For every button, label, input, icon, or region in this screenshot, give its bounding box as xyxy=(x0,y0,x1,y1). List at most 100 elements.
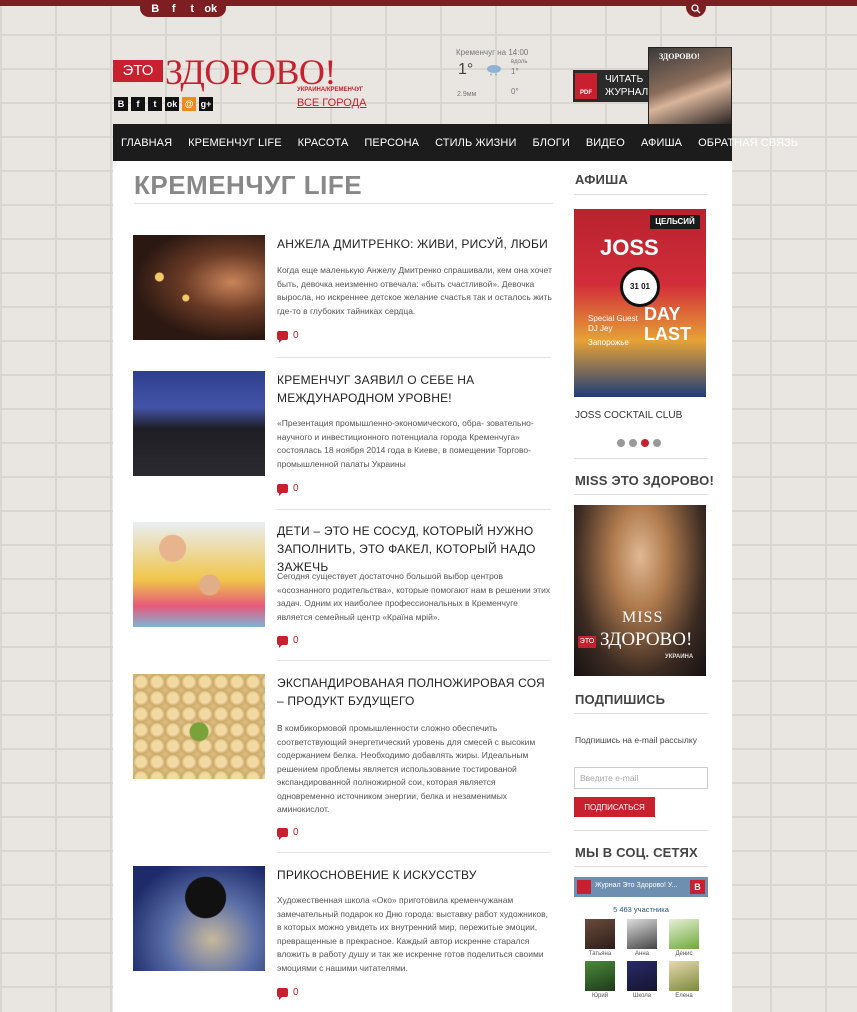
subscribe-button[interactable]: ПОДПИСАТЬСЯ xyxy=(574,797,655,817)
comments-link[interactable]: 0 xyxy=(277,330,299,343)
pdf-icon: PDF xyxy=(575,73,597,99)
email-input[interactable] xyxy=(574,767,708,789)
vk-group-avatar xyxy=(577,880,591,894)
divider xyxy=(574,866,708,867)
read-magazine-button[interactable]: PDF ЧИТАТЬ ЖУРНАЛ xyxy=(573,70,653,102)
subscribe-text: Подпишись на e-mail рассылку xyxy=(575,735,697,745)
comments-count: 0 xyxy=(293,827,299,838)
weather-widget: Кременчуг на 14:00 1° вдоль 1° 2.9мм 0° xyxy=(456,48,536,104)
poster-guest: Special Guest DJ Jey Запорожье xyxy=(588,314,638,348)
nav-item-feedback[interactable]: ОБРАТНАЯ СВЯЗЬ xyxy=(698,137,806,149)
vk-members-count[interactable]: 5 463 участника xyxy=(574,905,708,914)
nav-item-blogs[interactable]: БЛОГИ xyxy=(532,137,577,149)
poster-name: JOSS xyxy=(600,235,659,260)
afisha-caption[interactable]: JOSS COCKTAIL CLUB xyxy=(575,410,682,421)
email-icon[interactable]: @ xyxy=(182,97,196,111)
google-plus-icon[interactable]: g+ xyxy=(199,97,213,111)
article-title[interactable]: КРЕМЕНЧУГ ЗАЯВИЛ О СЕБЕ НА МЕЖДУНАРОДНОМ… xyxy=(277,371,553,407)
article-thumbnail[interactable] xyxy=(133,371,265,476)
comments-count: 0 xyxy=(293,635,299,646)
article-item: ПРИКОСНОВЕНИЕ К ИСКУССТВУ Художественная… xyxy=(133,866,553,1006)
nav-item-home[interactable]: ГЛАВНАЯ xyxy=(121,137,180,149)
article-excerpt: Когда еще маленькую Анжелу Дмитренко спр… xyxy=(277,265,552,316)
article-thumbnail[interactable] xyxy=(133,522,265,627)
vk-member[interactable]: Татьяна xyxy=(580,919,620,957)
sidebar-title-miss: MISS ЭТО ЗДОРОВО! xyxy=(575,473,715,488)
top-bar xyxy=(0,0,857,6)
poster-date-badge: 31 01 xyxy=(620,267,660,307)
vk-member-name: Елена xyxy=(675,993,693,999)
miss-poster[interactable]: MISS ЭТО ЗДОРОВО! УКРАИНА xyxy=(574,505,706,676)
nav-item-persona[interactable]: ПЕРСОНА xyxy=(364,137,427,149)
site-logo[interactable]: ЭТО ЗДОРОВО! УКРАИНА/КРЕМЕНЧУГ xyxy=(113,52,364,98)
nav-item-video[interactable]: ВИДЕО xyxy=(586,137,633,149)
article-title[interactable]: ПРИКОСНОВЕНИЕ К ИСКУССТВУ xyxy=(277,866,553,884)
poster-event: DAY LAST xyxy=(644,304,691,344)
twitter-icon[interactable]: t xyxy=(185,3,199,15)
search-button[interactable] xyxy=(686,0,706,17)
slider-dots xyxy=(617,439,661,447)
twitter-icon[interactable]: t xyxy=(148,97,162,111)
article-item: ЭКСПАНДИРОВАНАЯ ПОЛНОЖИРОВАЯ СОЯ – ПРОДУ… xyxy=(133,674,553,840)
odnoklassniki-icon[interactable]: ok xyxy=(165,97,179,111)
slider-dot[interactable] xyxy=(629,439,637,447)
avatar xyxy=(669,961,699,991)
miss-eto: ЭТО xyxy=(578,636,596,648)
magazine-cover-title: ЗДОРОВО! xyxy=(659,52,700,61)
comments-link[interactable]: 0 xyxy=(277,827,299,840)
nav-item-afisha[interactable]: АФИША xyxy=(641,137,690,149)
slider-dot[interactable] xyxy=(653,439,661,447)
facebook-icon[interactable]: f xyxy=(131,97,145,111)
odnoklassniki-icon[interactable]: ok xyxy=(204,3,218,15)
slider-dot-active[interactable] xyxy=(641,439,649,447)
comment-icon xyxy=(277,331,288,343)
all-cities-link[interactable]: ВСЕ ГОРОДА xyxy=(297,97,366,109)
vk-icon[interactable]: B xyxy=(148,3,162,15)
vk-member[interactable]: Юрий xyxy=(580,961,620,999)
cloud-snow-icon xyxy=(487,65,501,76)
sidebar-title-afisha: АФИША xyxy=(575,172,628,187)
article-title[interactable]: АНЖЕЛА ДМИТРЕНКО: ЖИВИ, РИСУЙ, ЛЮБИ xyxy=(277,235,553,253)
article-item: АНЖЕЛА ДМИТРЕНКО: ЖИВИ, РИСУЙ, ЛЮБИ Когд… xyxy=(133,235,553,345)
article-thumbnail[interactable] xyxy=(133,235,265,340)
comments-count: 0 xyxy=(293,330,299,341)
weather-temp-2: 1° xyxy=(511,67,519,76)
avatar xyxy=(627,919,657,949)
magazine-cover[interactable]: ЗДОРОВО! xyxy=(648,47,732,125)
nav-item-beauty[interactable]: КРАСОТА xyxy=(298,137,357,149)
vk-member[interactable]: Анна xyxy=(622,919,662,957)
slider-dot[interactable] xyxy=(617,439,625,447)
poster-date: 31 01 xyxy=(629,282,651,291)
nav-item-kremenchug-life[interactable]: КРЕМЕНЧУГ LIFE xyxy=(188,137,290,149)
comments-link[interactable]: 0 xyxy=(277,635,299,648)
article-excerpt: В комбикормовой промышленности сложно об… xyxy=(277,723,536,814)
poster-club: ЦЕЛЬСИЙ xyxy=(650,215,700,229)
vk-member[interactable]: Елена xyxy=(664,961,704,999)
article-title[interactable]: ЭКСПАНДИРОВАНАЯ ПОЛНОЖИРОВАЯ СОЯ – ПРОДУ… xyxy=(277,674,553,710)
sidebar-title-subscribe: ПОДПИШИСЬ xyxy=(575,692,666,707)
comments-link[interactable]: 0 xyxy=(277,483,299,496)
divider xyxy=(277,357,551,358)
comments-link[interactable]: 0 xyxy=(277,987,299,1000)
poster-city: Запорожье xyxy=(588,338,629,347)
comment-icon xyxy=(277,636,288,648)
article-thumbnail[interactable] xyxy=(133,674,265,779)
vk-icon[interactable]: B xyxy=(114,97,128,111)
divider xyxy=(277,509,551,510)
avatar xyxy=(585,919,615,949)
afisha-poster[interactable]: ЦЕЛЬСИЙ JOSS 31 01 DAY LAST Special Gues… xyxy=(574,209,706,397)
nav-item-lifestyle[interactable]: СТИЛЬ ЖИЗНИ xyxy=(435,137,524,149)
weather-temp-3: 0° xyxy=(511,87,519,96)
article-thumbnail[interactable] xyxy=(133,866,265,971)
vk-member[interactable]: Школа xyxy=(622,961,662,999)
vk-member-name: Денис xyxy=(675,951,693,957)
logo-subtitle: УКРАИНА/КРЕМЕНЧУГ xyxy=(297,87,364,93)
sidebar-title-social: МЫ В СОЦ. СЕТЯХ xyxy=(575,845,698,860)
vk-member[interactable]: Денис xyxy=(664,919,704,957)
comment-icon xyxy=(277,988,288,1000)
facebook-icon[interactable]: f xyxy=(167,3,181,15)
miss-country: УКРАИНА xyxy=(665,654,694,660)
weather-city-time: Кременчуг на 14:00 xyxy=(456,48,529,57)
article-title[interactable]: ДЕТИ – ЭТО НЕ СОСУД, КОТОРЫЙ НУЖНО ЗАПОЛ… xyxy=(277,522,553,576)
vk-group-header[interactable]: Журнал Это Здорово! У... B xyxy=(574,877,708,897)
